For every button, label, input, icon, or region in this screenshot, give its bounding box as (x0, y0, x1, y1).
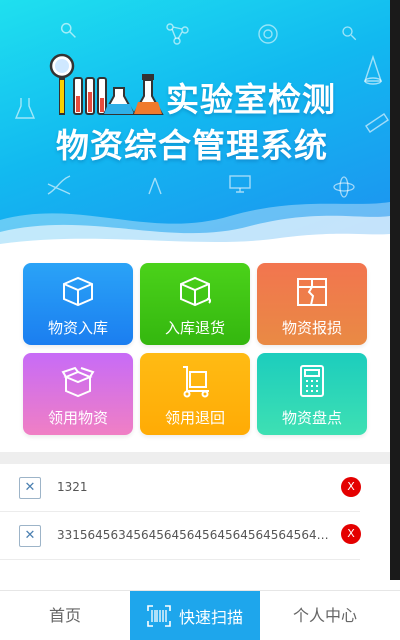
tile-inventory-check[interactable]: 物资盘点 (257, 353, 367, 435)
section-divider (0, 452, 390, 464)
list-item[interactable]: ✕ 33156456345645645645645645645645645645… (0, 512, 361, 560)
bottom-nav: 首页 快速扫描 个人中心 (0, 590, 400, 640)
microscope-icon (60, 22, 76, 38)
hero-banner: 实验室检测 物资综合管理系统 (0, 0, 390, 250)
scrollbar[interactable] (390, 0, 400, 580)
delete-button[interactable]: X (341, 477, 361, 497)
molecule-icon (166, 23, 189, 45)
delete-button[interactable]: X (341, 524, 361, 544)
tile-stock-in[interactable]: 物资入库 (23, 263, 133, 345)
tile-label: 物资盘点 (281, 409, 342, 427)
calculator-icon (300, 365, 324, 397)
box-icon (63, 276, 93, 307)
tile-requisition[interactable]: 领用物资 (23, 353, 133, 435)
gear-icon (258, 24, 278, 44)
hand-truck-icon (183, 366, 209, 398)
hero-title-line2: 物资综合管理系统 (56, 126, 328, 165)
quick-scan-button[interactable]: 快速扫描 (130, 591, 260, 640)
hero-title-line1: 实验室检测 (166, 80, 336, 119)
nav-home[interactable]: 首页 (0, 591, 130, 640)
page: 实验室检测 物资综合管理系统 物资入库 入库退货 物资报损 领用物资 领用退回 … (0, 0, 400, 640)
tile-label: 物资报损 (281, 319, 342, 337)
list-item-text: 1321 (57, 480, 88, 494)
tile-requisition-return[interactable]: 领用退回 (140, 353, 250, 435)
tile-label: 入库退货 (164, 319, 225, 337)
broken-image-icon: ✕ (19, 525, 41, 547)
tile-label: 领用物资 (47, 409, 108, 427)
box-return-icon (180, 276, 212, 307)
wave-decoration (0, 202, 390, 250)
barcode-scan-icon (147, 605, 171, 627)
nav-profile[interactable]: 个人中心 (260, 591, 390, 640)
scan-list: ✕ 1321 X ✕ 33156456345645645645645645645… (0, 464, 390, 560)
broken-image-icon: ✕ (19, 477, 41, 499)
hero-title: 实验室检测 物资综合管理系统 (56, 78, 376, 168)
quick-scan-label: 快速扫描 (178, 608, 243, 627)
magnifier-icon (342, 26, 357, 41)
tile-label: 领用退回 (164, 409, 225, 427)
list-item[interactable]: ✕ 1321 X (0, 464, 361, 512)
list-item-text: 3315645634564564564564564564564564564564… (57, 528, 332, 542)
broken-box-icon (297, 278, 327, 306)
beaker-icon (14, 98, 36, 119)
tile-damage-report[interactable]: 物资报损 (257, 263, 367, 345)
tile-stock-return[interactable]: 入库退货 (140, 263, 250, 345)
tile-label: 物资入库 (47, 319, 108, 337)
open-box-icon (61, 366, 95, 398)
